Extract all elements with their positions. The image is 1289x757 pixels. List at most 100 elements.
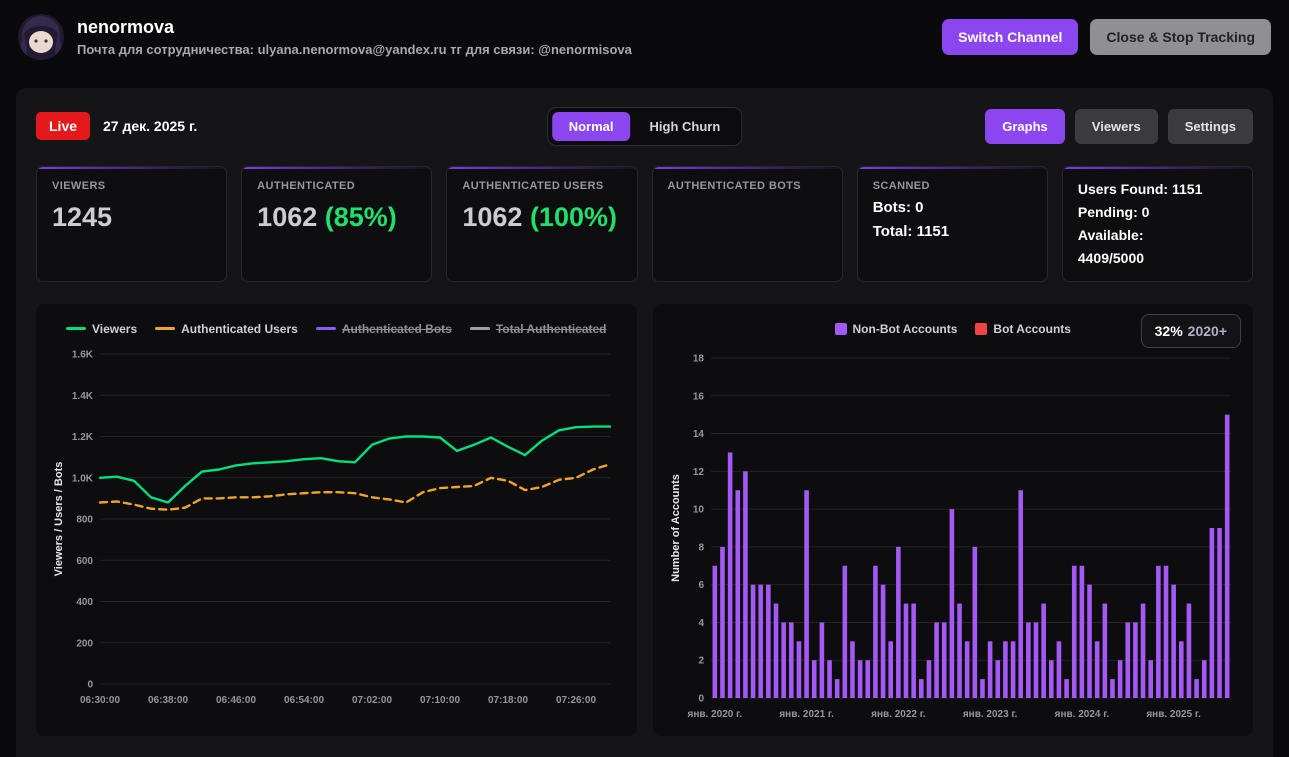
pending-line: Pending: 0	[1077, 203, 1150, 220]
svg-text:12: 12	[692, 466, 704, 477]
stat-label-authenticated-bots: AUTHENTICATED BOTS	[667, 180, 802, 192]
legend-label: Viewers	[91, 321, 138, 336]
legend-label: Total Authenticated	[495, 321, 607, 336]
channel-subtitle: Почта для сотрудничества: ulyana.nenormo…	[77, 42, 632, 57]
stat-card-scanned: SCANNED Bots: 0 Total: 1151	[856, 166, 1048, 282]
stat-value-viewers: 1245	[52, 202, 113, 232]
svg-text:2: 2	[698, 655, 704, 666]
legend-item-authenticated-bots[interactable]: Authenticated Bots	[315, 321, 452, 336]
svg-text:06:30:00: 06:30:00	[80, 695, 120, 706]
avatar	[18, 14, 64, 60]
svg-text:янв. 2024 г.: янв. 2024 г.	[1054, 709, 1109, 720]
legend-item-bot-accounts[interactable]: Bot Accounts	[975, 322, 1071, 336]
legend-item-authenticated-users[interactable]: Authenticated Users	[155, 322, 298, 336]
svg-text:Viewers / Users / Bots: Viewers / Users / Bots	[53, 461, 65, 576]
live-badge: Live	[36, 112, 91, 140]
avatar-image	[18, 14, 64, 60]
svg-text:400: 400	[76, 597, 93, 608]
svg-text:0: 0	[87, 679, 93, 690]
percent-2020-value: 32%	[1154, 322, 1183, 339]
graphs-button[interactable]: Graphs	[985, 108, 1065, 144]
scanned-bots-line: Bots: 0	[872, 199, 924, 216]
stat-label-scanned: SCANNED	[872, 180, 930, 192]
svg-text:06:46:00: 06:46:00	[216, 695, 256, 706]
stat-label-authenticated-users: AUTHENTICATED USERS	[462, 180, 604, 192]
mode-normal-button[interactable]: Normal	[551, 111, 631, 141]
legend-swatch	[65, 327, 86, 331]
stat-card-authenticated: AUTHENTICATED 1062 (85%)	[241, 166, 433, 282]
legend-item-viewers[interactable]: Viewers	[65, 321, 138, 336]
svg-text:06:38:00: 06:38:00	[148, 695, 188, 706]
legend-swatch	[975, 322, 988, 335]
svg-text:янв. 2023 г.: янв. 2023 г.	[962, 709, 1017, 720]
legend-swatch	[315, 327, 336, 331]
svg-text:янв. 2021 г.: янв. 2021 г.	[779, 709, 834, 720]
stat-card-authenticated-bots: AUTHENTICATED BOTS	[651, 166, 843, 282]
svg-text:16: 16	[692, 391, 704, 402]
percent-2020-badge: 32% 2020+	[1140, 313, 1241, 348]
controls-row: Live 27 дек. 2025 г. Normal High Churn G…	[36, 106, 1253, 146]
legend-label: Authenticated Bots	[341, 321, 452, 336]
svg-text:8: 8	[698, 542, 704, 553]
legend-item-total-authenticated[interactable]: Total Authenticated	[469, 321, 607, 336]
available-value-line: 4409/5000	[1077, 249, 1145, 266]
line-chart[interactable]: 0 200 400 600 800 1.0K 1.2K 1.4K 1.6K 06:30:00 06:…	[50, 346, 622, 716]
bar-chart[interactable]: 0 2 4 6 8 10 12 14 16 18 янв. 2020 г. янв. 2021 г. я…	[667, 346, 1239, 732]
stat-label-viewers: VIEWERS	[52, 180, 106, 192]
legend-item-non-bot-accounts[interactable]: Non-Bot Accounts	[834, 321, 958, 336]
stat-label-authenticated: AUTHENTICATED	[257, 180, 356, 192]
svg-text:янв. 2022 г.: янв. 2022 г.	[871, 709, 926, 720]
stats-row: VIEWERS 1245 AUTHENTICATED 1062 (85%) AU…	[36, 166, 1254, 282]
svg-text:Number of Accounts: Number of Accounts	[670, 474, 682, 582]
header: nenormova Почта для сотрудничества: ulya…	[0, 0, 1289, 74]
stat-value-authenticated-users: 1062 (100%)	[462, 201, 621, 233]
main-panel: Live 27 дек. 2025 г. Normal High Churn G…	[16, 88, 1273, 757]
settings-button[interactable]: Settings	[1167, 108, 1253, 144]
channel-name: nenormova	[77, 17, 175, 37]
svg-text:600: 600	[76, 555, 93, 566]
legend-label: Non-Bot Accounts	[852, 321, 958, 336]
svg-text:14: 14	[692, 429, 704, 440]
legend-swatch	[834, 322, 847, 335]
legend-swatch	[155, 327, 176, 331]
line-chart-panel: Viewers Authenticated Users Authenticated …	[36, 303, 637, 736]
svg-text:07:10:00: 07:10:00	[420, 695, 460, 706]
close-stop-tracking-button[interactable]: Close & Stop Tracking	[1090, 19, 1271, 55]
viewers-button[interactable]: Viewers	[1074, 108, 1158, 144]
svg-text:янв. 2020 г.: янв. 2020 г.	[687, 709, 742, 720]
svg-text:6: 6	[698, 580, 704, 591]
svg-text:10: 10	[692, 504, 704, 515]
authenticated-users-count: 1062	[462, 202, 523, 232]
svg-text:06:54:00: 06:54:00	[284, 695, 324, 706]
svg-text:07:18:00: 07:18:00	[488, 695, 528, 706]
view-buttons: Graphs Viewers Settings	[985, 108, 1253, 144]
svg-text:янв. 2025 г.: янв. 2025 г.	[1146, 709, 1201, 720]
svg-text:1.0K: 1.0K	[72, 473, 94, 484]
svg-text:200: 200	[76, 638, 93, 649]
mode-high-churn-button[interactable]: High Churn	[633, 112, 738, 141]
authenticated-users-percent: (100%)	[529, 202, 617, 232]
svg-text:0: 0	[698, 693, 704, 704]
mode-toggle: Normal High Churn	[546, 106, 743, 146]
legend-label: Bot Accounts	[993, 321, 1071, 336]
line-chart-legend: Viewers Authenticated Users Authenticated …	[50, 318, 623, 340]
svg-text:18: 18	[692, 353, 704, 364]
stat-value-authenticated: 1062 (85%)	[257, 201, 416, 233]
stream-date: 27 дек. 2025 г.	[103, 118, 198, 134]
legend-label: Authenticated Users	[181, 321, 298, 336]
svg-text:4: 4	[698, 618, 704, 629]
svg-text:1.2K: 1.2K	[72, 432, 94, 443]
svg-text:1.6K: 1.6K	[72, 349, 94, 360]
users-found-line: Users Found: 1151	[1077, 181, 1203, 197]
legend-swatch	[469, 327, 490, 331]
authenticated-percent: (85%)	[324, 202, 397, 232]
svg-text:800: 800	[76, 514, 93, 525]
svg-text:1.4K: 1.4K	[72, 390, 94, 401]
percent-2020-suffix: 2020+	[1187, 322, 1227, 339]
svg-text:07:02:00: 07:02:00	[352, 695, 392, 706]
svg-text:07:26:00: 07:26:00	[556, 695, 596, 706]
stat-card-viewers: VIEWERS 1245	[36, 166, 228, 282]
stat-card-authenticated-users: AUTHENTICATED USERS 1062 (100%)	[446, 166, 638, 282]
authenticated-count: 1062	[257, 202, 318, 232]
switch-channel-button[interactable]: Switch Channel	[942, 19, 1079, 55]
